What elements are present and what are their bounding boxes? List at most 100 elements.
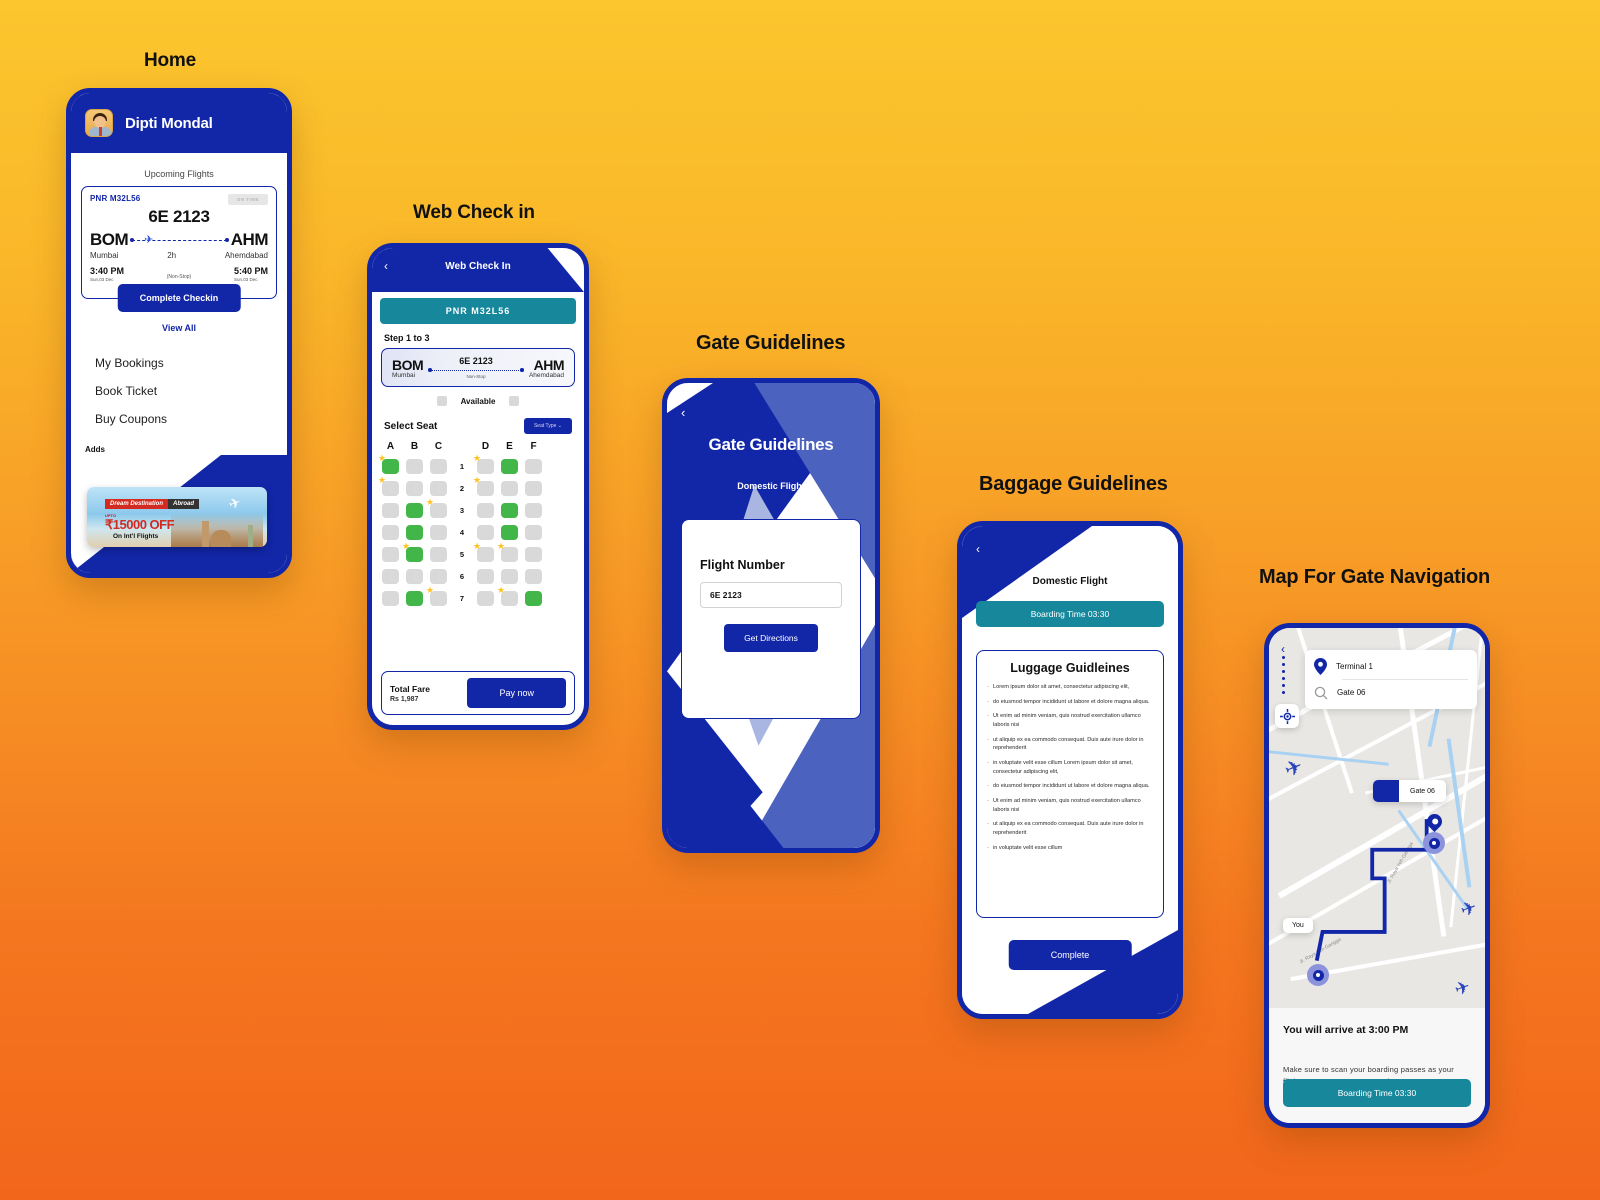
origin-city: Mumbai: [392, 371, 416, 379]
flight-number-input[interactable]: [700, 582, 842, 608]
seat-F4[interactable]: [525, 525, 542, 540]
seat-block: ★: [382, 498, 447, 518]
caption-baggage-guidelines: Baggage Guidelines: [979, 473, 1168, 495]
seat-A1[interactable]: ★: [378, 454, 399, 474]
seat-F7[interactable]: [525, 591, 542, 606]
seat-B3[interactable]: [406, 503, 423, 518]
stops-label: Non-Stop: [466, 374, 486, 379]
seat-type-label: Seat Type: [533, 423, 557, 429]
boarding-time-button[interactable]: Boarding Time 03:30: [1283, 1079, 1471, 1107]
seat-D1[interactable]: ★: [473, 454, 494, 474]
back-icon[interactable]: ‹: [976, 542, 980, 556]
home-header: Dipti Mondal: [71, 93, 287, 153]
caption-gate-guidelines: Gate Guidelines: [696, 332, 846, 354]
seat-A5[interactable]: [382, 547, 399, 562]
seat-E3[interactable]: [501, 503, 518, 518]
seat-B6[interactable]: [406, 569, 423, 584]
flight-card[interactable]: PNR M32L56 ON TIME 6E 2123 BOM ✈ AHM Mum…: [81, 186, 277, 312]
seat-A6[interactable]: [382, 569, 399, 584]
seat-B4[interactable]: [406, 525, 423, 540]
back-icon[interactable]: ‹: [681, 405, 685, 420]
back-icon[interactable]: ‹: [1281, 642, 1285, 656]
complete-button[interactable]: Complete: [1008, 940, 1132, 970]
select-seat-row: Select Seat Seat Type ⌄: [384, 418, 572, 434]
total-fare-bar: Total Fare Rs 1,987 Pay now: [381, 671, 575, 715]
view-all-link[interactable]: View All: [81, 323, 277, 333]
seat-col-a: A: [386, 441, 395, 452]
map-pin-icon: [1314, 658, 1327, 675]
gate-chip[interactable]: Gate 06: [1373, 780, 1446, 802]
seat-D6[interactable]: [477, 569, 494, 584]
seat-E2[interactable]: [501, 481, 518, 496]
seat-D3[interactable]: [477, 503, 494, 518]
seat-D4[interactable]: [477, 525, 494, 540]
seat-B2[interactable]: [406, 481, 423, 496]
luggage-bullets-container: · Lorem ipsum dolor sit amet, consectetur…: [987, 683, 1153, 852]
luggage-bullet: · Lorem ipsum dolor sit amet, consectetur…: [987, 683, 1153, 692]
luggage-bullet-text: do eiusmod tempor incididunt ut labore e…: [993, 783, 1150, 790]
seat-block: ★: [382, 586, 447, 606]
seat-F6[interactable]: [525, 569, 542, 584]
seat-row: ★ 5 ★ ★: [382, 542, 574, 562]
ad-banner[interactable]: ✈ Dream Destination Abroad UPTO ₹15000 O…: [87, 487, 267, 547]
destination-row[interactable]: Gate 06: [1314, 683, 1468, 702]
menu-item-book-ticket[interactable]: Book Ticket: [95, 377, 277, 405]
seat-B5[interactable]: ★: [402, 542, 423, 562]
luggage-bullet: · do eiusmod tempor incididunt ut labore …: [987, 782, 1153, 791]
seat-C1[interactable]: [430, 459, 447, 474]
seat-C2[interactable]: [430, 481, 447, 496]
seat-C5[interactable]: [430, 547, 447, 562]
step-label: Step 1 to 3: [384, 333, 430, 343]
star-icon: ★: [497, 541, 506, 551]
seat-row-number: 2: [459, 484, 465, 493]
seat-D5[interactable]: ★: [473, 542, 494, 562]
map-view[interactable]: ✈ ✈ ✈ Jl. Raya Yeh Gangga Jl. Raya Yeh G…: [1269, 628, 1485, 1008]
seat-E5[interactable]: ★: [497, 542, 518, 562]
star-icon: ★: [473, 453, 482, 463]
phone-gate-guidelines-screen: ‹ Gate Guidelines Domestic Flight Flight…: [662, 378, 880, 853]
seat-E4[interactable]: [501, 525, 518, 540]
stops-label: (Non-Stop): [166, 274, 192, 280]
seat-A3[interactable]: [382, 503, 399, 518]
seat-F2[interactable]: [525, 481, 542, 496]
seat-E7[interactable]: ★: [497, 586, 518, 606]
complete-checkin-button[interactable]: Complete Checkin: [117, 284, 241, 312]
seat-type-dropdown[interactable]: Seat Type ⌄: [523, 418, 572, 434]
phone-home-screen: Dipti Mondal Upcoming Flights PNR M32L56…: [66, 88, 292, 578]
seat-C6[interactable]: [430, 569, 447, 584]
seat-C4[interactable]: [430, 525, 447, 540]
seat-A7[interactable]: [382, 591, 399, 606]
menu-item-buy-coupons[interactable]: Buy Coupons: [95, 405, 277, 433]
seat-D2[interactable]: ★: [473, 476, 494, 496]
get-directions-button[interactable]: Get Directions: [724, 624, 818, 652]
seat-D7[interactable]: [477, 591, 494, 606]
avatar[interactable]: [85, 109, 113, 137]
seat-map: A B C D E F ★ 1 ★ ★ 2 ★ ★ 3 4 ★ 5 ★ ★ 6 ★ 7 ★: [378, 441, 574, 606]
seat-E1[interactable]: [501, 459, 518, 474]
route-dots-icon: [1282, 656, 1285, 698]
seat-col-b: B: [410, 441, 419, 452]
seat-B1[interactable]: [406, 459, 423, 474]
flight-number-label: Flight Number: [700, 558, 785, 572]
seat-rows-container: ★ 1 ★ ★ 2 ★ ★ 3 4 ★ 5 ★ ★ 6 ★ 7 ★: [378, 454, 574, 606]
seat-A4[interactable]: [382, 525, 399, 540]
screen-subtitle: Domestic Flight: [737, 481, 805, 491]
seat-C3[interactable]: ★: [426, 498, 447, 518]
seat-C7[interactable]: ★: [426, 586, 447, 606]
origin-label: Terminal 1: [1336, 662, 1373, 671]
seat-F1[interactable]: [525, 459, 542, 474]
seat-A2[interactable]: ★: [378, 476, 399, 496]
seat-F3[interactable]: [525, 503, 542, 518]
total-fare-label: Total Fare: [390, 683, 430, 694]
seat-block: [382, 525, 447, 540]
origin-row[interactable]: Terminal 1: [1314, 657, 1468, 676]
luggage-bullet-text: Ut enim ad minim veniam, quis nostrud ex…: [993, 713, 1141, 728]
seat-E6[interactable]: [501, 569, 518, 584]
menu-item-my-bookings[interactable]: My Bookings: [95, 349, 277, 377]
my-location-button[interactable]: [1275, 704, 1299, 728]
seat-F5[interactable]: [525, 547, 542, 562]
caption-home: Home: [144, 50, 196, 71]
pay-now-button[interactable]: Pay now: [467, 678, 566, 708]
seat-B7[interactable]: [406, 591, 423, 606]
seat-col-f: F: [530, 441, 537, 452]
